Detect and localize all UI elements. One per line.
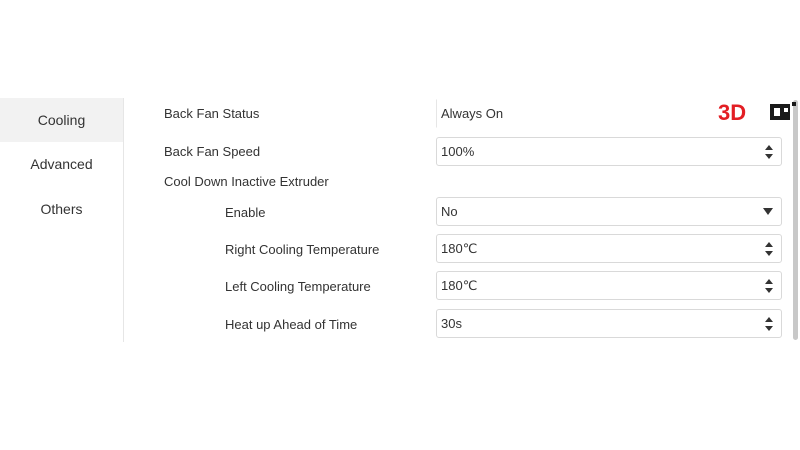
up-down-arrows-icon[interactable] (765, 317, 773, 331)
back-fan-speed-stepper[interactable]: 100% (436, 137, 782, 166)
back-fan-status-value: Always On (441, 106, 504, 121)
left-cooling-temperature-value: 180℃ (441, 278, 478, 293)
enable-dropdown[interactable]: No (436, 197, 782, 226)
triangle-down-icon[interactable] (763, 208, 773, 216)
sidebar-item-others[interactable]: Others (0, 187, 123, 231)
3dp-watermark-logo: 3D (718, 101, 796, 123)
heat-up-ahead-stepper[interactable]: 30s (436, 309, 782, 338)
left-cooling-temperature-stepper[interactable]: 180℃ (436, 271, 782, 300)
sidebar-item-label: Advanced (30, 156, 93, 172)
settings-content: Back Fan Status Always On Back Fan Speed… (124, 98, 800, 350)
sidebar-item-cooling[interactable]: Cooling (0, 98, 123, 142)
sidebar-item-label: Others (40, 201, 83, 217)
enable-label: Enable (225, 205, 266, 220)
back-fan-speed-value: 100% (441, 144, 475, 159)
enable-value: No (441, 204, 458, 219)
settings-panel: Cooling Advanced Others Back Fan Status … (0, 98, 800, 350)
settings-sidebar: Cooling Advanced Others (0, 98, 124, 342)
heat-up-ahead-value: 30s (441, 316, 462, 331)
up-down-arrows-icon[interactable] (765, 145, 773, 159)
right-cooling-temperature-label: Right Cooling Temperature (225, 242, 380, 257)
up-down-arrows-icon[interactable] (765, 242, 773, 256)
sidebar-item-label: Cooling (37, 112, 86, 128)
right-cooling-temperature-stepper[interactable]: 180℃ (436, 234, 782, 263)
vertical-scrollbar[interactable] (793, 100, 798, 340)
sidebar-item-advanced[interactable]: Advanced (0, 142, 123, 186)
up-down-arrows-icon[interactable] (765, 279, 773, 293)
right-cooling-temperature-value: 180℃ (441, 241, 478, 256)
cool-down-inactive-extruder-heading: Cool Down Inactive Extruder (164, 174, 329, 189)
back-fan-status-label: Back Fan Status (164, 106, 260, 121)
back-fan-speed-label: Back Fan Speed (164, 144, 261, 159)
svg-text:3D: 3D (718, 101, 746, 123)
heat-up-ahead-label: Heat up Ahead of Time (225, 317, 358, 332)
left-cooling-temperature-label: Left Cooling Temperature (225, 279, 371, 294)
